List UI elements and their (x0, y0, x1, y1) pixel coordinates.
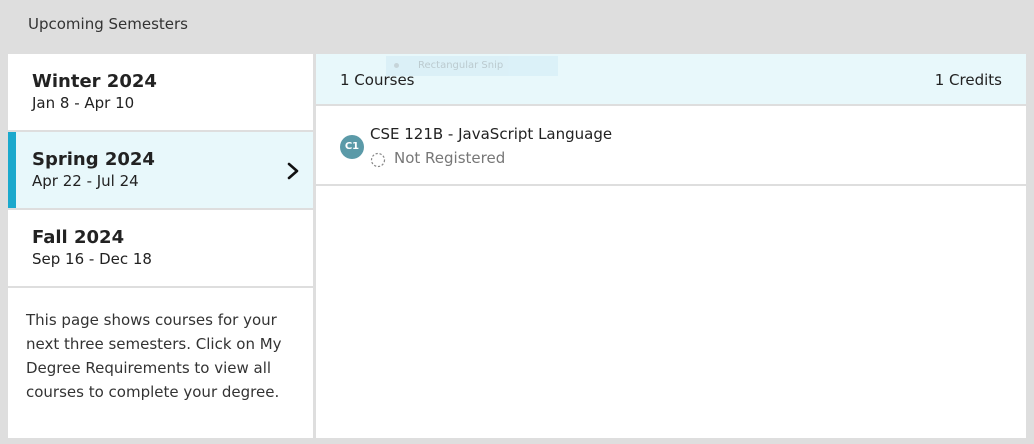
snip-dot-icon (394, 63, 399, 68)
semester-name: Spring 2024 (32, 149, 155, 170)
selected-indicator (8, 132, 16, 208)
semester-dates: Apr 22 - Jul 24 (32, 172, 139, 190)
panel-header: Upcoming Semesters (4, 0, 1030, 54)
course-title: CSE 121B - JavaScript Language (370, 125, 613, 143)
semester-name: Fall 2024 (32, 227, 125, 248)
semester-list: Winter 2024 Jan 8 - Apr 10 Spring 2024 A… (8, 54, 313, 438)
semester-dates: Jan 8 - Apr 10 (32, 94, 135, 112)
upcoming-semesters-panel: Upcoming Semesters Winter 2024 Jan 8 - A… (4, 0, 1030, 441)
semester-detail: Rectangular Snip 1 Courses 1 Credits C1 … (316, 54, 1026, 438)
semester-item-fall-2024[interactable]: Fall 2024 Sep 16 - Dec 18 (8, 210, 313, 288)
snip-label: Rectangular Snip (418, 60, 504, 71)
page-title: Upcoming Semesters (28, 15, 188, 33)
semester-summary: Rectangular Snip 1 Courses 1 Credits (316, 54, 1026, 106)
semester-name: Winter 2024 (32, 71, 157, 92)
course-badge: C1 (340, 135, 364, 159)
course-row[interactable]: C1 CSE 121B - JavaScript Language Not Re… (316, 106, 1026, 186)
semester-item-winter-2024[interactable]: Winter 2024 Jan 8 - Apr 10 (8, 54, 313, 132)
credit-count: 1 Credits (934, 71, 1002, 89)
chevron-right-icon (287, 162, 299, 180)
registration-status: Not Registered (394, 149, 506, 167)
info-text: This page shows courses for your next th… (26, 311, 282, 401)
course-count: 1 Courses (340, 71, 415, 89)
semester-dates: Sep 16 - Dec 18 (32, 250, 152, 268)
semester-item-spring-2024[interactable]: Spring 2024 Apr 22 - Jul 24 (8, 132, 313, 210)
dashed-circle-icon (370, 152, 386, 168)
